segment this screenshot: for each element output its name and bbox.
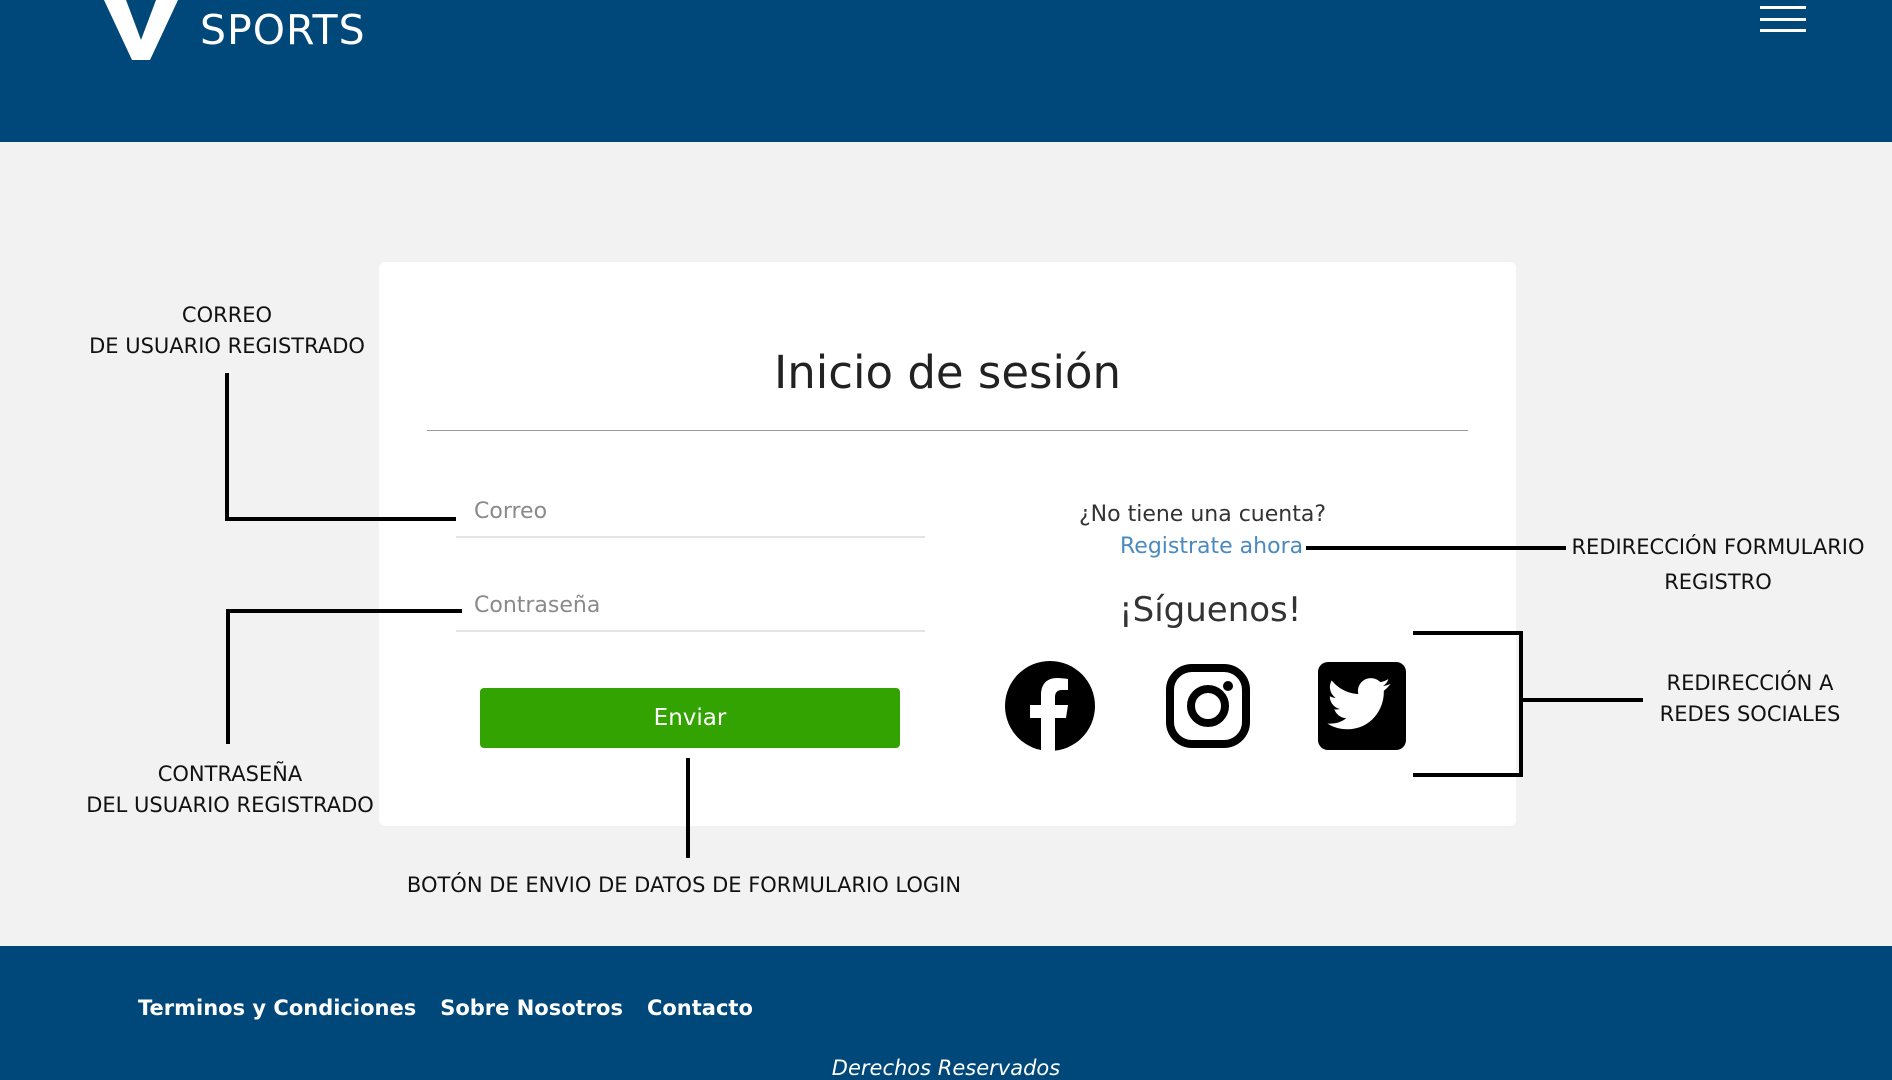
annotation-password-line-horizontal xyxy=(226,609,462,613)
submit-button[interactable]: Enviar xyxy=(480,688,900,748)
annotation-social-bracket-vertical xyxy=(1519,631,1523,777)
annotation-email-line-horizontal xyxy=(225,517,456,521)
annotation-social-line2: REDES SOCIALES xyxy=(1659,702,1841,726)
annotation-register: REDIRECCIÓN FORMULARIO REGISTRO xyxy=(1568,530,1868,600)
logo-text: SPORTS xyxy=(200,6,366,54)
annotation-password: CONTRASEÑA DEL USUARIO REGISTRADO xyxy=(80,759,380,821)
annotation-register-line1: REDIRECCIÓN FORMULARIO xyxy=(1571,535,1865,559)
annotation-password-line-vertical xyxy=(226,609,230,744)
annotation-password-line1: CONTRASEÑA xyxy=(157,762,303,786)
footer-link-contact[interactable]: Contacto xyxy=(647,996,753,1020)
no-account-text: ¿No tiene una cuenta? xyxy=(1079,502,1326,527)
site-logo[interactable]: SPORTS xyxy=(96,0,365,70)
login-card: Inicio de sesión Enviar ¿No tiene una cu… xyxy=(379,262,1516,826)
site-header: SPORTS xyxy=(0,0,1892,142)
annotation-social-bracket-stem xyxy=(1519,698,1643,702)
annotation-register-line xyxy=(1306,546,1566,550)
title-divider xyxy=(427,430,1468,431)
password-input[interactable] xyxy=(456,580,925,632)
annotation-submit-line xyxy=(686,758,690,858)
annotation-social-line1: REDIRECCIÓN A xyxy=(1666,671,1834,695)
annotation-email-line1: CORREO xyxy=(181,303,273,327)
annotation-email-line-vertical xyxy=(225,373,229,521)
annotation-social-bracket-bottom xyxy=(1413,773,1523,777)
annotation-email-line2: DE USUARIO REGISTRADO xyxy=(89,334,365,358)
annotation-social-bracket-top xyxy=(1413,631,1523,635)
footer-link-about[interactable]: Sobre Nosotros xyxy=(440,996,623,1020)
follow-us-title: ¡Síguenos! xyxy=(1119,590,1302,630)
annotation-register-line2: REGISTRO xyxy=(1664,570,1772,594)
instagram-icon[interactable] xyxy=(1162,660,1254,752)
register-link[interactable]: Registrate ahora xyxy=(1120,534,1303,559)
hamburger-menu-icon[interactable] xyxy=(1760,6,1806,32)
annotation-email: CORREO DE USUARIO REGISTRADO xyxy=(80,300,374,362)
annotation-password-line2: DEL USUARIO REGISTRADO xyxy=(86,793,374,817)
facebook-icon[interactable] xyxy=(1004,660,1096,752)
footer-rights: Derechos Reservados xyxy=(831,1056,1061,1080)
twitter-icon[interactable] xyxy=(1316,660,1408,752)
footer-link-terms[interactable]: Terminos y Condiciones xyxy=(138,996,416,1020)
annotation-social: REDIRECCIÓN A REDES SOCIALES xyxy=(1640,668,1860,730)
site-footer: Terminos y Condiciones Sobre Nosotros Co… xyxy=(0,946,1892,1080)
logo-v-icon xyxy=(104,0,178,60)
footer-links: Terminos y Condiciones Sobre Nosotros Co… xyxy=(138,996,753,1020)
login-title: Inicio de sesión xyxy=(773,346,1122,399)
annotation-submit: BOTÓN DE ENVIO DE DATOS DE FORMULARIO LO… xyxy=(406,873,962,897)
email-input[interactable] xyxy=(456,486,925,538)
